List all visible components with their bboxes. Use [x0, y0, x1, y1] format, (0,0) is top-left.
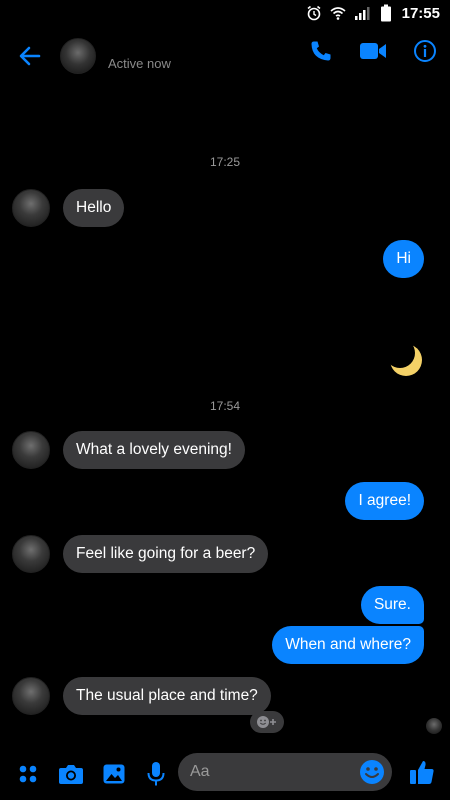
outgoing-message[interactable]: Hi	[383, 240, 424, 278]
outgoing-message[interactable]: When and where?	[272, 626, 424, 664]
seen-indicator-avatar	[426, 718, 442, 734]
add-reaction-button[interactable]	[250, 711, 284, 733]
video-icon	[360, 43, 386, 59]
composer-bar	[0, 748, 450, 800]
status-time: 17:55	[401, 4, 440, 22]
like-button[interactable]	[407, 757, 437, 787]
mic-icon	[147, 762, 165, 786]
phone-icon	[311, 41, 331, 61]
info-icon	[414, 40, 436, 62]
incoming-message[interactable]: Feel like going for a beer?	[63, 535, 269, 573]
signal-icon	[354, 5, 370, 21]
incoming-message[interactable]: The usual place and time?	[63, 677, 271, 715]
avatar[interactable]	[12, 677, 50, 715]
message-row: Hi	[0, 240, 450, 280]
alarm-icon	[306, 5, 322, 21]
outgoing-message[interactable]: I agree!	[345, 482, 424, 520]
avatar[interactable]	[12, 535, 50, 573]
message-row: Hello	[0, 189, 450, 229]
more-icon	[19, 765, 37, 783]
emoji-button[interactable]	[359, 759, 385, 785]
avatar[interactable]	[12, 189, 50, 227]
timestamp: 17:25	[209, 155, 241, 169]
message-input[interactable]	[190, 753, 350, 791]
message-input-container	[178, 753, 392, 791]
active-status: Active now	[108, 55, 171, 71]
camera-icon	[59, 765, 83, 784]
avatar[interactable]	[12, 431, 50, 469]
message-row: Feel like going for a beer?	[0, 535, 450, 575]
like-icon	[410, 761, 434, 784]
more-options-button[interactable]	[13, 759, 43, 789]
back-arrow-icon	[19, 46, 41, 66]
add-reaction-icon	[257, 716, 276, 728]
gallery-icon	[103, 764, 125, 784]
emoji-icon	[360, 760, 384, 784]
contact-avatar[interactable]	[60, 38, 96, 74]
message-row: What a lovely evening!	[0, 431, 450, 471]
back-button[interactable]	[2, 28, 58, 84]
crescent-moon-icon[interactable]	[386, 340, 426, 380]
camera-button[interactable]	[56, 759, 86, 789]
message-row: When and where?	[0, 626, 450, 666]
message-row: The usual place and time?	[0, 677, 450, 717]
message-row: I agree!	[0, 482, 450, 522]
voice-call-button[interactable]	[306, 36, 336, 66]
conversation-header: Active now	[0, 26, 450, 86]
timestamp: 17:54	[209, 399, 241, 413]
battery-icon	[378, 4, 394, 22]
status-bar: 17:55	[0, 0, 450, 26]
gallery-button[interactable]	[99, 759, 129, 789]
video-call-button[interactable]	[358, 36, 388, 66]
info-button[interactable]	[410, 36, 440, 66]
message-row: Sure.	[0, 586, 450, 626]
voice-message-button[interactable]	[141, 759, 171, 789]
outgoing-message[interactable]: Sure.	[360, 586, 424, 624]
incoming-message[interactable]: What a lovely evening!	[63, 431, 245, 469]
incoming-message[interactable]: Hello	[63, 189, 125, 227]
wifi-icon	[330, 5, 346, 21]
